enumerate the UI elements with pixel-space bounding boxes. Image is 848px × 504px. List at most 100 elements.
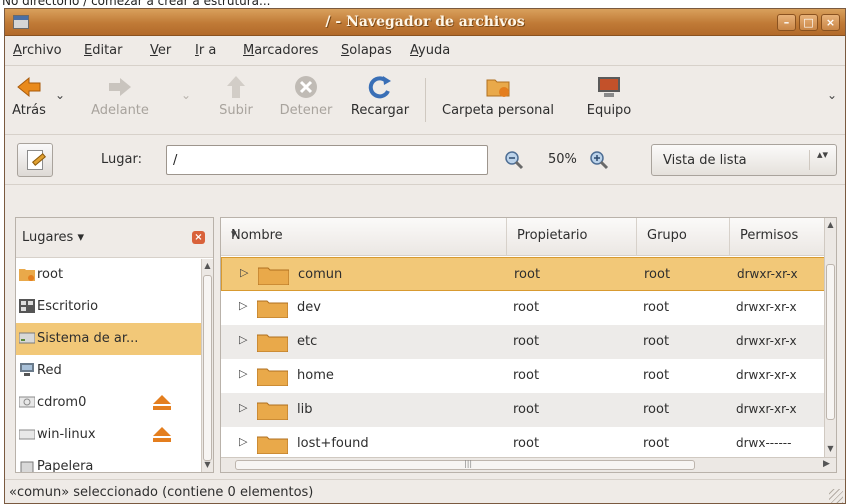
- toolbar-overflow-dropdown[interactable]: ⌄: [827, 88, 837, 102]
- file-browser-window: / - Navegador de archivos – □ × Archivo …: [4, 8, 846, 504]
- scroll-down-icon[interactable]: ▼: [825, 444, 836, 456]
- expander-icon[interactable]: ▷: [239, 435, 247, 448]
- back-label: Atrás: [12, 103, 46, 118]
- menu-label: r a: [198, 43, 217, 58]
- table-row[interactable]: ▷ lost+found root root drwx------: [221, 427, 825, 461]
- menu-ayuda[interactable]: Ayuda: [410, 43, 450, 58]
- sidebar-scrollbar[interactable]: ▲ ▼: [201, 259, 213, 472]
- file-owner: root: [513, 368, 540, 383]
- table-row[interactable]: ▷ etc root root drwxr-xr-x: [221, 325, 825, 359]
- scroll-up-icon[interactable]: ▲: [825, 220, 836, 232]
- menu-marcadores[interactable]: Marcadores: [243, 43, 318, 58]
- location-input[interactable]: [166, 145, 488, 175]
- column-header-permissions[interactable]: Permisos: [730, 218, 826, 256]
- expander-icon[interactable]: ▷: [239, 401, 247, 414]
- column-header-owner[interactable]: Propietario: [507, 218, 637, 256]
- file-name: lost+found: [297, 436, 369, 451]
- scrollbar-thumb[interactable]: |||: [235, 459, 695, 470]
- select-arrows-icon: ▴▾: [816, 148, 828, 161]
- places-sidebar: Lugares ▾ × root Escritorio Sistema de a…: [15, 217, 214, 473]
- expander-icon[interactable]: ▷: [239, 299, 247, 312]
- file-group: root: [643, 334, 670, 349]
- sidebar-item-papelera[interactable]: Papelera: [16, 451, 202, 472]
- home-folder-button[interactable]: Carpeta personal: [431, 70, 565, 130]
- close-button[interactable]: ×: [821, 14, 840, 31]
- network-icon: [20, 363, 34, 376]
- minimize-button[interactable]: –: [777, 14, 796, 31]
- menu-archivo[interactable]: Archivo: [13, 43, 62, 58]
- cdrom-icon: [19, 396, 35, 408]
- scrollbar-thumb[interactable]: [203, 275, 212, 461]
- expander-icon[interactable]: ▷: [239, 333, 247, 346]
- scroll-right-icon[interactable]: ▶: [823, 459, 835, 471]
- table-row[interactable]: ▷ home root root drwxr-xr-x: [221, 359, 825, 393]
- sort-descending-icon: ▾: [231, 227, 237, 240]
- sidebar-item-root[interactable]: root: [16, 259, 202, 291]
- stop-label: Detener: [279, 103, 333, 118]
- sidebar-item-win-linux[interactable]: win-linux: [16, 419, 202, 451]
- forward-button[interactable]: Adelante: [75, 70, 165, 130]
- file-owner: root: [513, 436, 540, 451]
- reload-button[interactable]: Recargar: [345, 70, 415, 130]
- file-list-vertical-scrollbar[interactable]: ▲ ▼: [824, 218, 836, 458]
- table-row[interactable]: ▷ lib root root drwxr-xr-x: [221, 393, 825, 427]
- menu-label: ditar: [92, 43, 123, 58]
- back-button[interactable]: Atrás: [9, 70, 49, 130]
- sidebar-item-escritorio[interactable]: Escritorio: [16, 291, 202, 323]
- back-history-dropdown[interactable]: ⌄: [55, 88, 65, 102]
- file-group: root: [643, 402, 670, 417]
- location-label: Lugar:: [101, 152, 142, 167]
- forward-history-dropdown[interactable]: ⌄: [181, 88, 191, 102]
- column-header-name[interactable]: Nombre ▾: [221, 218, 507, 256]
- eject-icon[interactable]: [152, 427, 172, 443]
- eject-icon[interactable]: [152, 395, 172, 411]
- column-header-group[interactable]: Grupo: [637, 218, 730, 256]
- table-row[interactable]: ▷ comun root root drwxr-xr-x: [221, 257, 825, 291]
- file-name: dev: [297, 300, 321, 315]
- sidebar-item-label: Red: [37, 363, 62, 378]
- home-folder-icon: [19, 269, 35, 281]
- menu-mnemonic: M: [243, 43, 255, 58]
- file-list-horizontal-scrollbar[interactable]: ||| ▶: [221, 457, 836, 472]
- sidebar-item-sistema-de-archivos[interactable]: Sistema de ar...: [16, 323, 202, 355]
- menu-editar[interactable]: Editar: [84, 43, 123, 58]
- status-bar: «comun» seleccionado (contiene 0 element…: [5, 479, 845, 503]
- reload-label: Recargar: [350, 103, 410, 118]
- table-row[interactable]: ▷ dev root root drwxr-xr-x: [221, 291, 825, 325]
- file-name: lib: [297, 402, 313, 417]
- zoom-in-icon[interactable]: [589, 150, 609, 170]
- toggle-location-entry-button[interactable]: [17, 143, 53, 177]
- folder-icon: [257, 368, 288, 386]
- home-folder-icon: [486, 79, 510, 97]
- close-sidebar-icon[interactable]: ×: [192, 231, 205, 244]
- view-mode-select[interactable]: Vista de lista ▴▾: [651, 144, 837, 176]
- sidebar-item-label: Escritorio: [37, 299, 99, 314]
- up-button[interactable]: Subir: [205, 70, 267, 130]
- computer-button[interactable]: Equipo: [577, 70, 641, 130]
- stop-button[interactable]: Detener: [271, 70, 341, 130]
- file-owner: root: [514, 267, 541, 282]
- file-group: root: [643, 368, 670, 383]
- file-group: root: [643, 436, 670, 451]
- expander-icon[interactable]: ▷: [239, 367, 247, 380]
- menu-ir-a[interactable]: Ir a: [195, 43, 216, 58]
- resize-grip-icon[interactable]: [829, 489, 843, 503]
- menu-ver[interactable]: Ver: [150, 43, 171, 58]
- scroll-up-icon[interactable]: ▲: [202, 261, 213, 273]
- title-bar[interactable]: / - Navegador de archivos – □ ×: [5, 9, 845, 36]
- sidebar-item-red[interactable]: Red: [16, 355, 202, 387]
- sidebar-title-dropdown[interactable]: Lugares ▾: [22, 230, 84, 245]
- file-group: root: [644, 267, 671, 282]
- file-name: comun: [298, 267, 343, 282]
- menu-solapas[interactable]: Solapas: [341, 43, 392, 58]
- scroll-down-icon[interactable]: ▼: [202, 460, 213, 472]
- expander-icon[interactable]: ▷: [240, 266, 248, 279]
- maximize-button[interactable]: □: [799, 14, 818, 31]
- sidebar-item-cdrom0[interactable]: cdrom0: [16, 387, 202, 419]
- view-mode-value: Vista de lista: [663, 153, 747, 168]
- toolbar-separator: [425, 78, 426, 122]
- zoom-out-icon[interactable]: [504, 150, 524, 170]
- trash-icon: [20, 461, 34, 472]
- scrollbar-thumb[interactable]: [826, 264, 835, 420]
- file-permissions: drwxr-xr-x: [736, 334, 797, 348]
